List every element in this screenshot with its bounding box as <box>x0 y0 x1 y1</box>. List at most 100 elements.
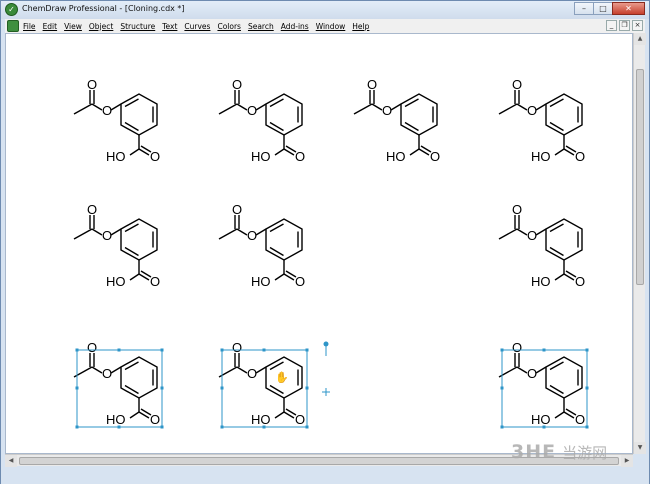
scroll-left-arrow-icon[interactable]: ◀ <box>5 455 17 467</box>
molecule-r1c4[interactable]: OOHO O <box>498 77 585 164</box>
hydroxyl-label: HO <box>531 412 551 427</box>
hydroxyl-label: HO <box>531 274 551 289</box>
menu-view[interactable]: View <box>64 22 82 31</box>
close-button[interactable]: ✕ <box>612 2 645 15</box>
carbonyl-oxygen-label: O <box>150 274 160 289</box>
maximize-button[interactable]: □ <box>593 2 613 15</box>
menu-edit[interactable]: Edit <box>43 22 58 31</box>
watermark-logo: 3HE <box>511 441 557 463</box>
document-icon[interactable] <box>7 20 19 32</box>
selection-handle[interactable] <box>585 425 589 429</box>
chemdraw-app-icon[interactable]: ✓ <box>5 3 18 16</box>
ester-oxygen-label: O <box>382 103 392 118</box>
structure-drawing[interactable]: OOHO OOOHO OOOHO OOOHO OOOHO OOOHO OOOHO OOOHO O… <box>6 34 634 455</box>
menu-file[interactable]: File <box>23 22 36 31</box>
selection-handle[interactable] <box>160 425 164 429</box>
scroll-down-arrow-icon[interactable]: ▼ <box>634 442 646 454</box>
selection-handle[interactable] <box>75 348 79 352</box>
selection-handle[interactable] <box>75 425 79 429</box>
selection-handle[interactable] <box>262 348 266 352</box>
molecule-r3c4[interactable]: OOHO O <box>498 340 589 429</box>
selection-handle[interactable] <box>500 386 504 390</box>
ester-oxygen-label: O <box>527 228 537 243</box>
selection-handle[interactable] <box>542 425 546 429</box>
selection-handle[interactable] <box>117 348 121 352</box>
selection-handle[interactable] <box>117 425 121 429</box>
carbonyl-oxygen-label: O <box>295 412 305 427</box>
scroll-up-arrow-icon[interactable]: ▲ <box>634 33 646 45</box>
ester-oxygen-label: O <box>102 103 112 118</box>
molecule-r1c2[interactable]: OOHO O <box>218 77 305 164</box>
ester-oxygen-label: O <box>102 366 112 381</box>
vertical-scrollbar[interactable]: ▲ ▼ <box>633 33 646 454</box>
ester-oxygen-label: O <box>527 103 537 118</box>
rotation-handle-icon[interactable] <box>323 341 329 357</box>
menu-object[interactable]: Object <box>89 22 113 31</box>
acetyl-oxygen-label: O <box>232 77 242 92</box>
acetyl-oxygen-label: O <box>87 202 97 217</box>
doc-restore-button[interactable]: ❐ <box>619 20 630 31</box>
selection-handle[interactable] <box>305 386 309 390</box>
selection-handle[interactable] <box>160 386 164 390</box>
hydroxyl-label: HO <box>106 412 126 427</box>
selection-handle[interactable] <box>500 425 504 429</box>
acetyl-oxygen-label: O <box>232 202 242 217</box>
hydroxyl-label: HO <box>106 149 126 164</box>
molecule-r3c2[interactable]: OOHO O✋ <box>218 340 309 429</box>
molecule-bonds <box>353 89 438 156</box>
center-crosshair-icon[interactable] <box>322 388 330 396</box>
menu-colors[interactable]: Colors <box>217 22 241 31</box>
menu-structure[interactable]: Structure <box>120 22 155 31</box>
doc-minimize-button[interactable]: _ <box>606 20 617 31</box>
minimize-button[interactable]: – <box>574 2 594 15</box>
acetyl-oxygen-label: O <box>87 340 97 355</box>
molecule-bonds <box>498 89 583 156</box>
drawing-canvas[interactable]: O O HO O O O HO O O O HO O O O HO O O O HO O O O HO O O O HO O O O HO O… <box>5 33 633 454</box>
selection-handle[interactable] <box>262 425 266 429</box>
selection-handle[interactable] <box>585 348 589 352</box>
carbonyl-oxygen-label: O <box>150 149 160 164</box>
carbonyl-oxygen-label: O <box>575 412 585 427</box>
molecule-r2c2[interactable]: OOHO O <box>218 202 305 289</box>
menu-curves[interactable]: Curves <box>184 22 210 31</box>
acetyl-oxygen-label: O <box>512 77 522 92</box>
caption-buttons: – □ ✕ <box>574 2 645 15</box>
selection-handle[interactable] <box>500 348 504 352</box>
molecule-bonds <box>218 352 303 419</box>
menu-search[interactable]: Search <box>248 22 274 31</box>
carbonyl-oxygen-label: O <box>295 149 305 164</box>
watermark-text: 当游网 <box>562 443 608 462</box>
selection-handle[interactable] <box>220 425 224 429</box>
doc-close-button[interactable]: × <box>632 20 643 31</box>
acetyl-oxygen-label: O <box>512 340 522 355</box>
menu-help[interactable]: Help <box>352 22 369 31</box>
selection-handle[interactable] <box>585 386 589 390</box>
selection-handle[interactable] <box>220 386 224 390</box>
molecule-bonds <box>73 352 158 419</box>
selection-handle[interactable] <box>542 348 546 352</box>
molecule-r1c1[interactable]: OOHO O <box>73 77 160 164</box>
hand-cursor-icon: ✋ <box>275 371 289 384</box>
selection-handle[interactable] <box>305 348 309 352</box>
acetyl-oxygen-label: O <box>232 340 242 355</box>
molecule-r3c1[interactable]: OOHO O <box>73 340 164 429</box>
molecule-r2c4[interactable]: OOHO O <box>498 202 585 289</box>
molecule-r2c1[interactable]: OOHO O <box>73 202 160 289</box>
hydroxyl-label: HO <box>386 149 406 164</box>
ester-oxygen-label: O <box>527 366 537 381</box>
molecule-bonds <box>73 214 158 281</box>
ester-oxygen-label: O <box>247 103 257 118</box>
molecule-bonds <box>218 89 303 156</box>
hydroxyl-label: HO <box>251 149 271 164</box>
selection-handle[interactable] <box>305 425 309 429</box>
vertical-scroll-thumb[interactable] <box>636 69 644 285</box>
title-bar[interactable]: ✓ ChemDraw Professional - [Cloning.cdx *… <box>1 1 649 19</box>
scroll-right-arrow-icon[interactable]: ▶ <box>621 455 633 467</box>
selection-handle[interactable] <box>220 348 224 352</box>
selection-handle[interactable] <box>160 348 164 352</box>
menu-text[interactable]: Text <box>162 22 177 31</box>
menu-window[interactable]: Window <box>316 22 346 31</box>
selection-handle[interactable] <box>75 386 79 390</box>
menu-add-ins[interactable]: Add-ins <box>281 22 309 31</box>
molecule-r1c3[interactable]: OOHO O <box>353 77 440 164</box>
